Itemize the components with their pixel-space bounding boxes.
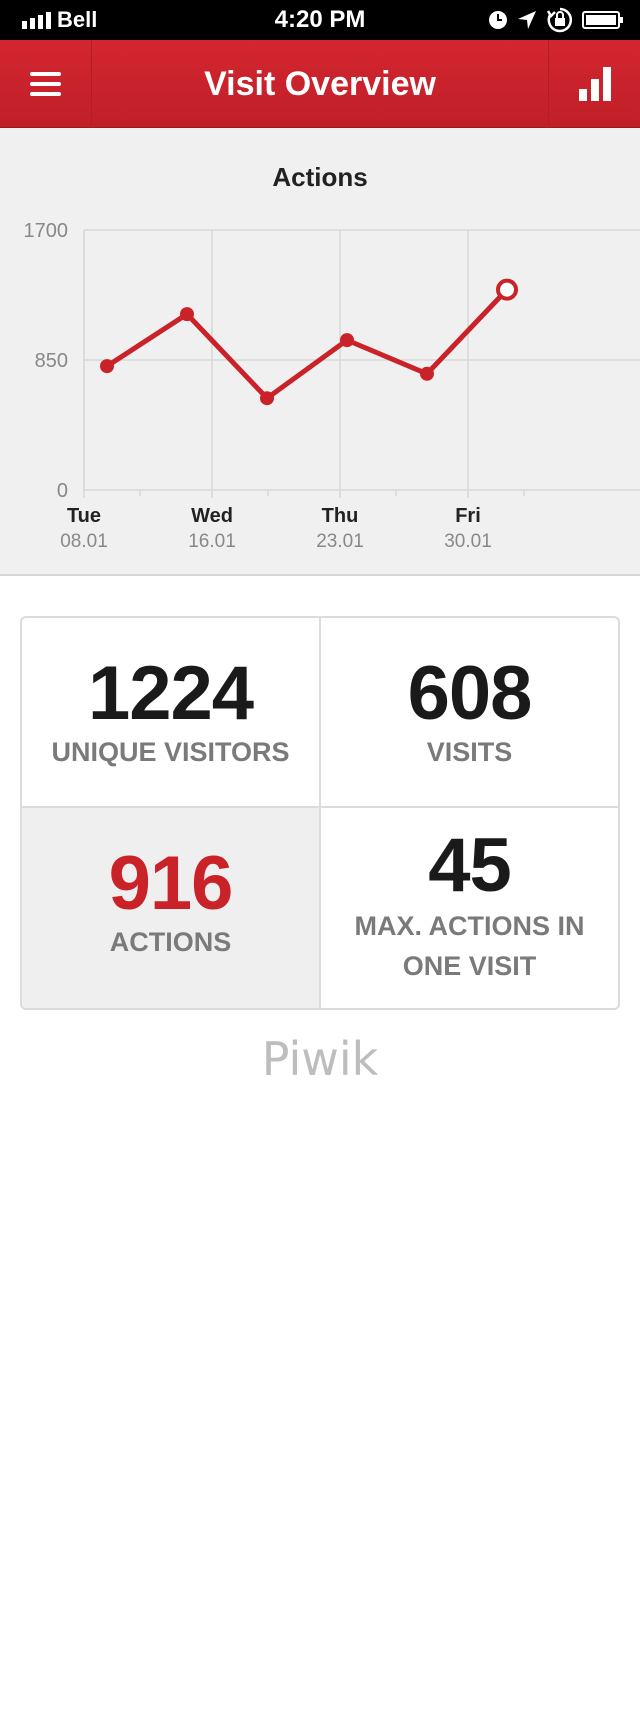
clock-icon [489,11,507,29]
x-tick-day-label: Tue [67,505,101,527]
stat-visits[interactable]: 608 VISITS [321,618,618,808]
battery-icon [582,11,623,29]
stats-grid: 1224 UNIQUE VISITORS 608 VISITS 916 ACTI… [20,616,620,1010]
data-point[interactable] [340,333,354,348]
stat-value: 1224 [87,651,254,736]
rotation-lock-icon [546,7,573,33]
stat-label-line-1: MAX. ACTIONS IN [354,911,585,941]
piwik-logo: Piwik [261,1032,379,1086]
chart-panel: Actions 0 850 1700 Tue 08.01 Wed 16.01 Thu 23.01… [0,128,640,576]
status-bar: Bell 4:20 PM [0,0,640,40]
data-point-current[interactable] [496,278,518,301]
stat-max-actions[interactable]: 45 MAX. ACTIONS IN ONE VISIT [321,808,618,1008]
data-point[interactable] [260,391,274,406]
x-tick-day-label: Thu [322,505,359,527]
stat-label-line-2: ONE VISIT [402,951,537,981]
x-tick-day-label: Wed [191,505,233,527]
data-point[interactable] [100,359,114,374]
menu-button[interactable] [0,40,92,128]
data-point[interactable] [180,307,194,322]
x-tick-date-label: 08.01 [60,531,108,552]
location-arrow-icon [518,11,536,29]
data-point[interactable] [420,366,434,381]
y-tick-label: 0 [57,480,68,502]
x-tick-date-label: 23.01 [316,531,364,552]
x-tick-date-label: 16.01 [188,531,236,552]
nav-bar: Visit Overview [0,40,640,128]
page-title: Visit Overview [204,65,436,103]
stat-value: 608 [407,651,533,736]
y-tick-label: 1700 [24,220,69,242]
x-tick-day-label: Fri [455,505,481,527]
status-right [488,0,624,40]
stat-label: ACTIONS [109,927,232,957]
stat-value: 916 [108,841,234,926]
hamburger-menu-icon [30,66,61,102]
stat-unique-visitors[interactable]: 1224 UNIQUE VISITORS [22,618,321,808]
stat-value: 45 [428,823,512,908]
y-tick-label: 850 [35,350,68,372]
bar-chart-icon [578,67,611,101]
stat-label: VISITS [426,737,513,767]
series-line [105,287,509,401]
chart-button[interactable] [548,40,640,128]
x-tick-date-label: 30.01 [444,531,492,552]
stat-label: UNIQUE VISITORS [51,737,290,767]
actions-line-chart[interactable]: 0 850 1700 Tue 08.01 Wed 16.01 Thu 23.01 Fri 30.01 [0,128,640,574]
stat-actions[interactable]: 916 ACTIONS [22,808,321,1008]
